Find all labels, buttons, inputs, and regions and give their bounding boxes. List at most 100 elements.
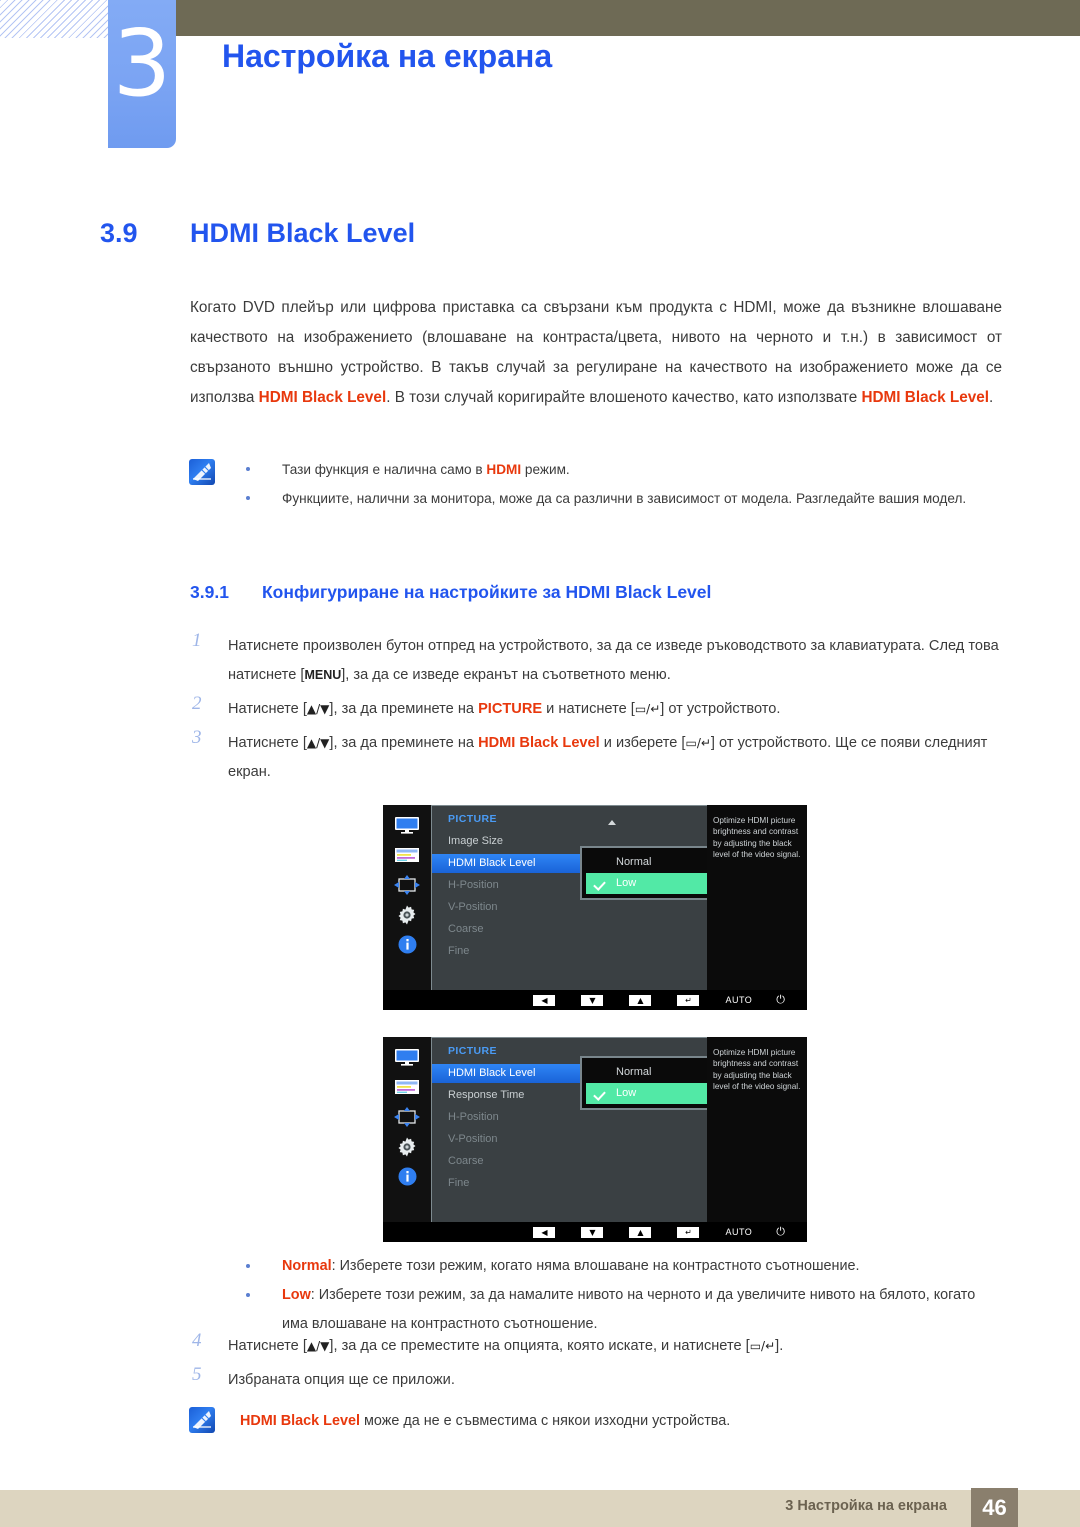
step-text: Натиснете [▲/▼], за да преминете на HDMI… xyxy=(228,735,987,780)
gear-icon[interactable] xyxy=(393,1137,421,1156)
osd-menu-item-fine[interactable]: Fine xyxy=(432,942,622,961)
step-item: 4 Натиснете [▲/▼], за да се преместите н… xyxy=(190,1330,1005,1361)
footer-chapter-label: 3 Настройка на екрана xyxy=(785,1498,947,1514)
step-number: 3 xyxy=(192,727,202,748)
osd-category-label: PICTURE xyxy=(448,813,497,825)
note-icon xyxy=(189,459,215,485)
note-top-list: Тази функция е налична само в HDMI режим… xyxy=(240,455,1000,513)
osd-button-down[interactable]: ▼ xyxy=(581,1226,604,1238)
osd-auto-label[interactable]: AUTO xyxy=(725,995,752,1005)
paragraph-part-2: . В този случай коригирайте влошеното ка… xyxy=(386,389,862,406)
osd-scroll-up-indicator[interactable] xyxy=(608,820,616,825)
osd-body: PICTURE Image Size HDMI Black Level H-Po… xyxy=(383,805,807,990)
subsection-number: 3.9.1 xyxy=(190,582,229,602)
step-text-part: ]. xyxy=(775,1338,784,1354)
step-text: Избраната опция ще се приложи. xyxy=(228,1372,455,1388)
note-item: Тази функция е налична само в HDMI режим… xyxy=(240,455,1000,484)
monitor-icon[interactable] xyxy=(393,1047,421,1066)
note-item: Функциите, налични за монитора, може да … xyxy=(240,484,1000,513)
gear-icon[interactable] xyxy=(393,905,421,924)
step-item: 2 Натиснете [▲/▼], за да преминете на PI… xyxy=(190,693,1005,724)
osd-sidebar xyxy=(383,805,431,990)
osd-menu-item-fine[interactable]: Fine xyxy=(432,1174,622,1193)
move-arrows-icon[interactable] xyxy=(393,874,421,895)
osd-sidebar xyxy=(383,1037,431,1222)
osd-button-back[interactable]: ◀ xyxy=(533,1226,556,1238)
osd-control-bar: ◀ ▼ ▲ ↵ AUTO ⏻ xyxy=(383,990,807,1010)
step-number: 4 xyxy=(192,1330,202,1351)
note-item-term: HDMI xyxy=(486,462,522,477)
step-text-part: Натиснете [ xyxy=(228,735,307,751)
step-text: Натиснете произволен бутон отпред на уст… xyxy=(228,638,999,683)
monitor-icon[interactable] xyxy=(393,815,421,834)
step-text-part: Натиснете [ xyxy=(228,1338,307,1354)
osd-menu-item-coarse[interactable]: Coarse xyxy=(432,920,622,939)
options-list: Normal: Изберете този режим, когато няма… xyxy=(240,1252,1002,1339)
steps-list-first: 1 Натиснете произволен бутон отпред на у… xyxy=(190,630,1005,792)
osd-button-enter[interactable]: ↵ xyxy=(677,994,700,1006)
osd-button-enter[interactable]: ↵ xyxy=(677,1226,700,1238)
note-bottom-term: HDMI Black Level xyxy=(240,1413,360,1429)
note-bottom-desc: може да не е съвместима с някои изходни … xyxy=(359,1413,731,1429)
note-pencil-icon xyxy=(193,463,211,481)
step-item: 1 Натиснете произволен бутон отпред на у… xyxy=(190,630,1005,690)
key-up-down: ▲/▼ xyxy=(306,702,330,716)
osd-button-up[interactable]: ▲ xyxy=(629,994,652,1006)
paragraph-part-3: . xyxy=(988,389,994,406)
chapter-number-badge: 3 xyxy=(108,0,176,148)
list-icon[interactable] xyxy=(393,1077,421,1096)
option-item-normal: Normal: Изберете този режим, когато няма… xyxy=(240,1252,1002,1281)
osd-menu-item-coarse[interactable]: Coarse xyxy=(432,1152,622,1171)
osd-info-text: Optimize HDMI picture brightness and con… xyxy=(707,1037,807,1222)
footer-page-number: 46 xyxy=(971,1488,1018,1527)
step-number: 1 xyxy=(192,630,202,651)
header-hatch-decoration xyxy=(0,0,112,38)
key-up-down: ▲/▼ xyxy=(306,736,330,750)
osd-button-up[interactable]: ▲ xyxy=(629,1226,652,1238)
osd-menu-item-v-position[interactable]: V-Position xyxy=(432,898,622,917)
osd-menu-panel: PICTURE Image Size HDMI Black Level H-Po… xyxy=(431,805,746,990)
osd-screenshot-2: PICTURE HDMI Black Level Response Time H… xyxy=(383,1037,807,1242)
term-hdmi-black-level: HDMI Black Level xyxy=(478,735,600,751)
osd-body: PICTURE HDMI Black Level Response Time H… xyxy=(383,1037,807,1222)
osd-menu-item-h-position[interactable]: H-Position xyxy=(432,1108,622,1127)
power-icon[interactable]: ⏻ xyxy=(776,993,785,1007)
osd-control-bar: ◀ ▼ ▲ ↵ AUTO ⏻ xyxy=(383,1222,807,1242)
option-term: Low xyxy=(282,1287,311,1303)
section-title: HDMI Black Level xyxy=(190,218,416,248)
option-term: Normal xyxy=(282,1258,332,1274)
power-icon[interactable]: ⏻ xyxy=(776,1225,785,1239)
header-olive-bar xyxy=(176,0,1080,36)
steps-list-second: 4 Натиснете [▲/▼], за да се преместите н… xyxy=(190,1330,1005,1400)
note-icon xyxy=(189,1407,215,1433)
info-icon[interactable] xyxy=(393,935,421,954)
info-icon[interactable] xyxy=(393,1167,421,1186)
osd-screenshot-1: PICTURE Image Size HDMI Black Level H-Po… xyxy=(383,805,807,1010)
move-arrows-icon[interactable] xyxy=(393,1106,421,1127)
step-text-part: ], за да преминете на xyxy=(329,735,479,751)
osd-button-down[interactable]: ▼ xyxy=(581,994,604,1006)
option-item-low: Low: Изберете този режим, за да намалите… xyxy=(240,1281,1002,1339)
step-text-part: ], за да се изведе екранът на съответнот… xyxy=(341,667,671,683)
list-icon[interactable] xyxy=(393,845,421,864)
section-number: 3.9 xyxy=(100,218,138,248)
step-text-part: и натиснете [ xyxy=(542,701,635,717)
step-text: Натиснете [▲/▼], за да се преместите на … xyxy=(228,1338,783,1354)
step-number: 2 xyxy=(192,693,202,714)
chapter-number: 3 xyxy=(112,10,172,117)
note-item-post: режим. xyxy=(521,462,570,477)
step-number: 5 xyxy=(192,1364,202,1385)
osd-button-back[interactable]: ◀ xyxy=(533,994,556,1006)
key-menu: MENU xyxy=(304,668,342,682)
key-up-down: ▲/▼ xyxy=(306,1339,330,1353)
step-text-part: Натиснете [ xyxy=(228,701,307,717)
osd-auto-label[interactable]: AUTO xyxy=(725,1227,752,1237)
note-item-pre: Функциите, налични за монитора, може да … xyxy=(282,491,967,506)
chapter-title: Настройка на екрана xyxy=(222,38,553,74)
section-paragraph: Когато DVD плейър или цифрова приставка … xyxy=(190,293,1002,413)
step-text: Натиснете [▲/▼], за да преминете на PICT… xyxy=(228,701,780,717)
key-enter: ▭/↵ xyxy=(685,736,711,750)
step-text-part: и изберете [ xyxy=(599,735,686,751)
osd-menu-item-v-position[interactable]: V-Position xyxy=(432,1130,622,1149)
note-item-pre: Тази функция е налична само в xyxy=(282,462,487,477)
